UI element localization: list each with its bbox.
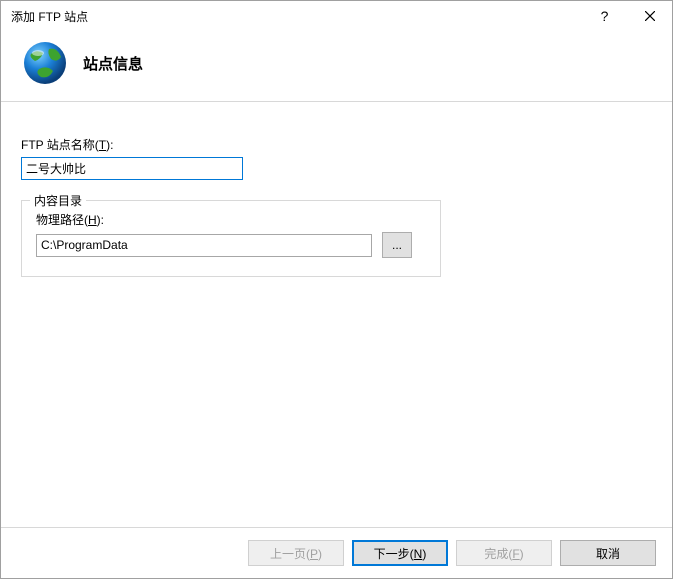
dialog-footer: 上一页(P) 下一步(N) 完成(F) 取消: [1, 527, 672, 578]
dialog-header: 站点信息: [1, 31, 672, 102]
site-name-label: FTP 站点名称(T):: [21, 136, 652, 153]
next-button[interactable]: 下一步(N): [352, 540, 448, 566]
close-icon: [645, 11, 655, 21]
browse-button[interactable]: ...: [382, 232, 412, 258]
help-button[interactable]: ?: [582, 1, 627, 31]
groupbox-legend: 内容目录: [30, 192, 86, 209]
cancel-button[interactable]: 取消: [560, 540, 656, 566]
page-title: 站点信息: [83, 53, 143, 74]
site-name-input[interactable]: [21, 157, 243, 180]
content-area: FTP 站点名称(T): 内容目录 物理路径(H): ...: [1, 102, 672, 527]
close-button[interactable]: [627, 1, 672, 31]
physical-path-label: 物理路径(H):: [36, 211, 426, 228]
globe-icon: [21, 39, 69, 87]
previous-button: 上一页(P): [248, 540, 344, 566]
finish-button: 完成(F): [456, 540, 552, 566]
help-icon: ?: [601, 8, 609, 24]
window-title: 添加 FTP 站点: [11, 8, 582, 25]
path-row: ...: [36, 232, 426, 258]
physical-path-input[interactable]: [36, 234, 372, 257]
titlebar: 添加 FTP 站点 ?: [1, 1, 672, 31]
dialog-window: 添加 FTP 站点 ?: [0, 0, 673, 579]
content-directory-group: 内容目录 物理路径(H): ...: [21, 200, 441, 277]
